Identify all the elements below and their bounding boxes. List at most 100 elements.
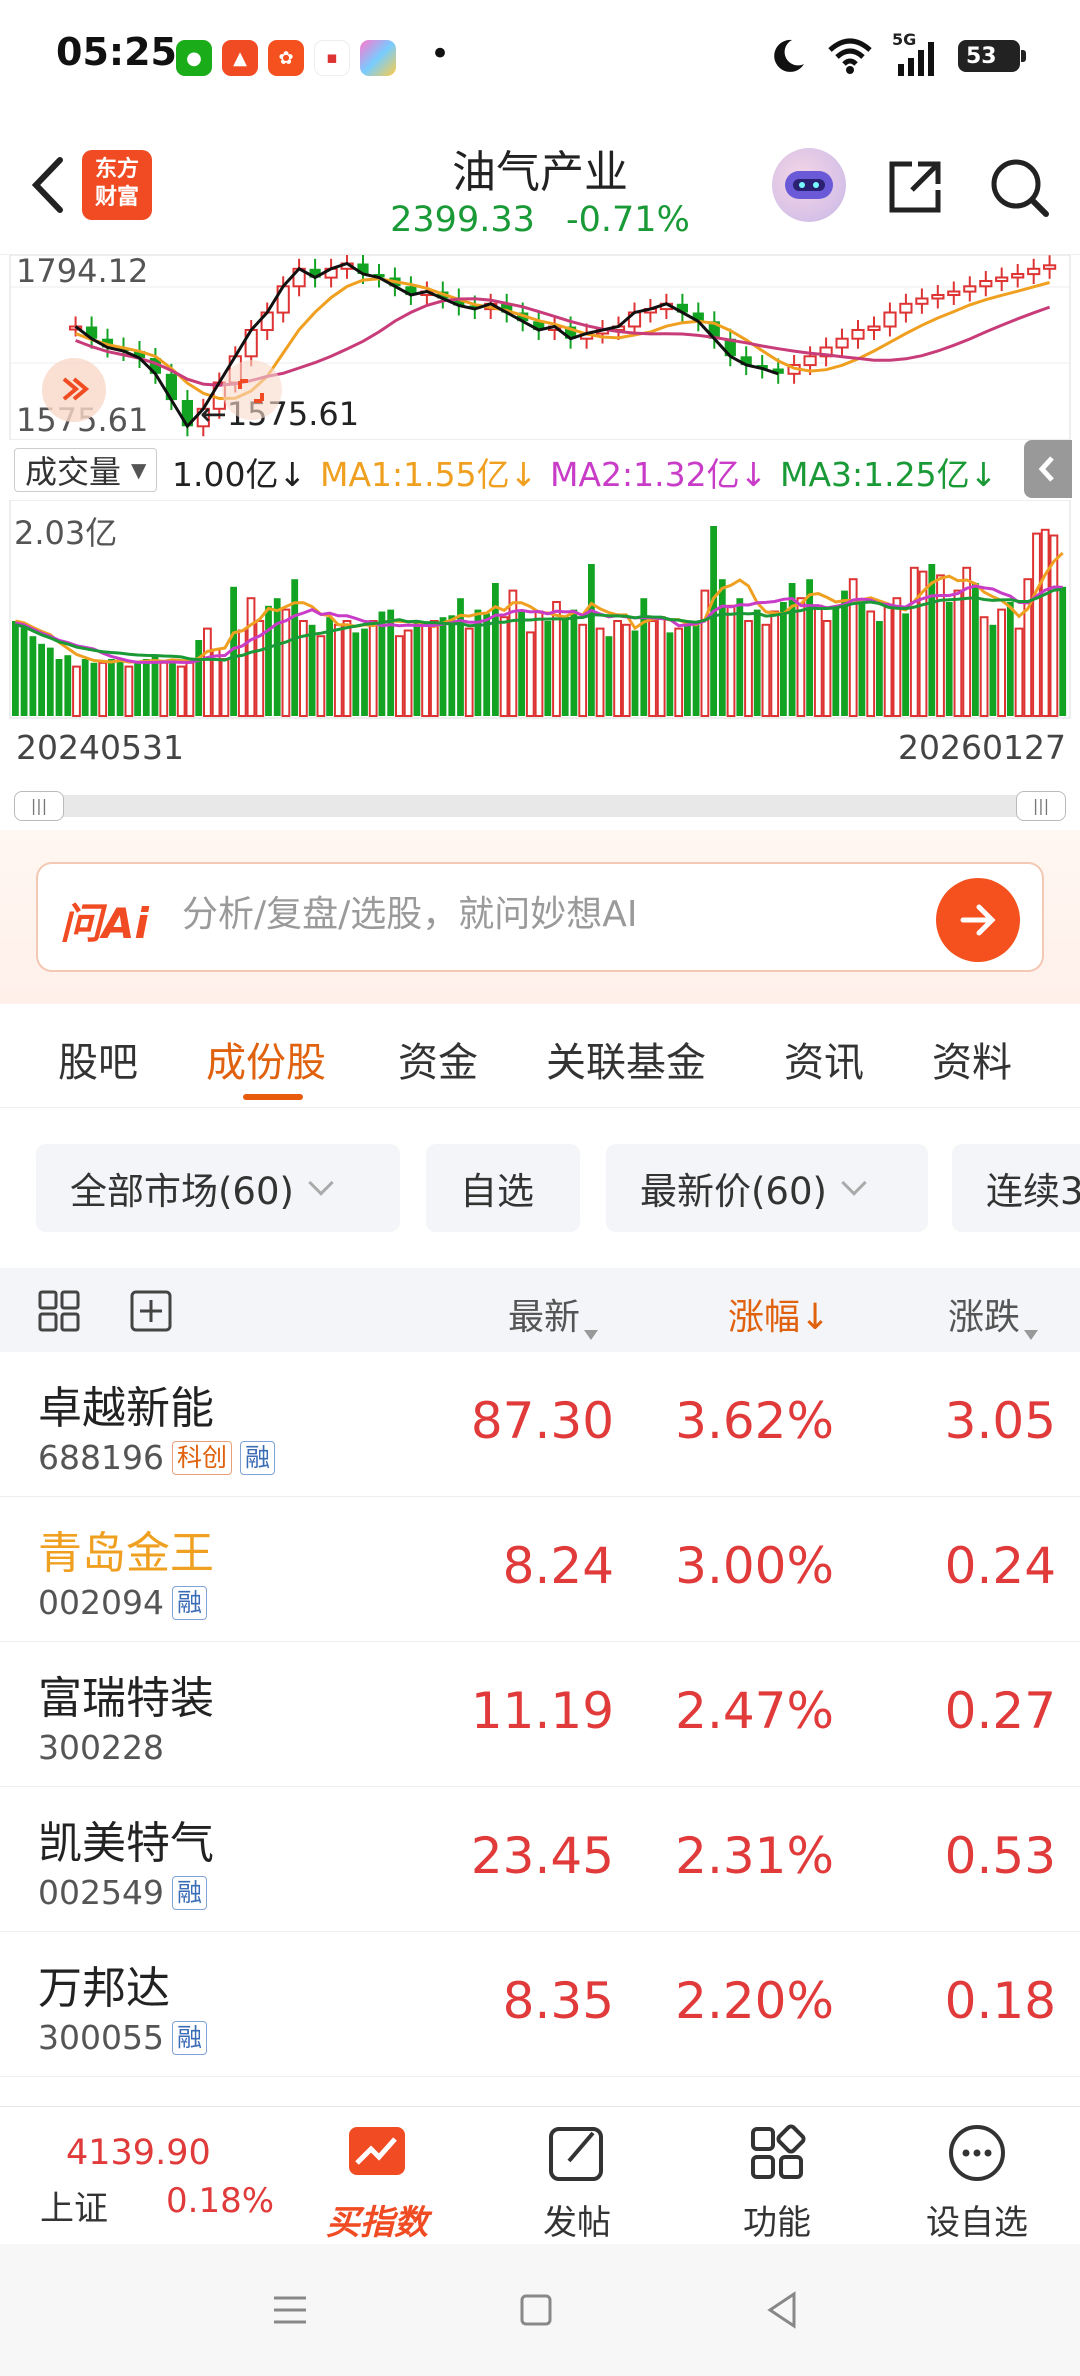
volume-bar — [421, 623, 431, 717]
chevron-left-icon — [1038, 456, 1054, 482]
buy-index-button[interactable]: 买指数 — [312, 2121, 442, 2244]
grid-view-icon[interactable] — [36, 1288, 82, 1334]
ai-assistant-avatar[interactable] — [772, 148, 846, 222]
volume-ma2: MA2:1.32亿↓ — [550, 455, 768, 494]
chevron-down-icon — [308, 1170, 334, 1196]
volume-bar — [595, 627, 605, 718]
change-amount: 0.27 — [944, 1682, 1056, 1740]
volume-bar — [631, 630, 639, 716]
tab-profile[interactable]: 资料 — [932, 1030, 1012, 1088]
volume-chart[interactable]: 2.03亿 — [0, 499, 1080, 720]
volume-max-label: 2.03亿 — [14, 514, 117, 552]
stock-code-line: 300055 融 — [38, 2018, 207, 2057]
watchlist-filter[interactable]: 自选 — [426, 1144, 580, 1232]
table-row[interactable]: 万邦达 300055 融 8.35 2.20% 0.18 — [0, 1932, 1080, 2077]
status-time: 05:25 — [56, 30, 177, 74]
kline-chart[interactable]: 1794.12 1575.61 ←1575.61 — [0, 252, 1080, 441]
volume-bar — [308, 624, 316, 716]
volume-bar — [20, 624, 28, 716]
volume-bar — [822, 620, 832, 717]
volume-bar — [333, 623, 343, 717]
network-type-label: 5G — [892, 30, 917, 49]
col-latest-price[interactable]: 最新 — [508, 1288, 599, 1340]
ai-search-input[interactable] — [182, 894, 922, 935]
volume-bar — [684, 621, 691, 716]
range-handle-left[interactable]: ||| — [14, 791, 64, 821]
volume-bar — [858, 602, 866, 716]
volume-bar — [876, 621, 883, 716]
stock-name: 青岛金王 — [38, 1528, 214, 1579]
volume-bar — [483, 613, 491, 716]
market-filter[interactable]: 全部市场(60) — [36, 1144, 400, 1232]
sohu-video-icon: ◼ — [314, 40, 350, 76]
table-row[interactable]: 青岛金王 002094 融 8.24 3.00% 0.24 — [0, 1497, 1080, 1642]
stock-code: 002094 — [38, 1583, 164, 1622]
latest-price: 11.19 — [470, 1682, 614, 1740]
tab-constituents[interactable]: 成份股 — [206, 1030, 326, 1088]
sort-icon — [584, 1330, 599, 1340]
tab-related-funds[interactable]: 关联基金 — [546, 1030, 706, 1088]
filter-chips: 全部市场(60) 自选 最新价(60) 连续3 — [0, 1108, 1080, 1268]
eastmoney-app-icon: ▲ — [222, 40, 258, 76]
volume-bar — [909, 566, 919, 717]
tab-guba[interactable]: 股吧 — [58, 1030, 138, 1088]
ai-search-section: 问Ai — [0, 830, 1080, 1004]
volume-bar — [98, 661, 108, 718]
range-handle-right[interactable]: ||| — [1016, 791, 1066, 821]
volume-bar — [220, 658, 230, 717]
indicator-selector[interactable]: 成交量 ▼ — [14, 448, 158, 492]
constituent-list: 卓越新能 688196 科创 融 87.30 3.62% 3.05 青岛金王 0… — [0, 1352, 1080, 2077]
back-triangle-icon[interactable] — [752, 2280, 812, 2340]
stock-name: 万邦达 — [38, 1963, 170, 2014]
streak-filter[interactable]: 连续3 — [952, 1144, 1080, 1232]
volume-bar — [134, 662, 141, 716]
table-row[interactable]: 凯美特气 002549 融 23.45 2.31% 0.53 — [0, 1787, 1080, 1932]
volume-bar — [761, 623, 771, 717]
functions-button[interactable]: 功能 — [712, 2121, 842, 2244]
latest-price: 8.35 — [502, 1972, 614, 2030]
volume-svg: 2.03亿 — [9, 499, 1071, 719]
search-icon[interactable] — [986, 154, 1052, 220]
volume-bar — [169, 659, 176, 716]
price-filter[interactable]: 最新价(60) — [606, 1144, 928, 1232]
post-label: 发帖 — [543, 2203, 611, 2243]
share-icon[interactable] — [882, 154, 948, 220]
col-change[interactable]: 涨跌 — [948, 1288, 1039, 1340]
volume-bar — [72, 665, 81, 718]
candle-body — [1027, 267, 1041, 276]
tab-news[interactable]: 资讯 — [784, 1030, 864, 1088]
ai-search-box[interactable]: 问Ai — [36, 862, 1044, 972]
menu-icon[interactable] — [260, 2280, 320, 2340]
add-watch-icon[interactable] — [128, 1288, 174, 1334]
volume-bar — [116, 659, 124, 716]
volume-bar — [185, 661, 195, 718]
post-button[interactable]: 发帖 — [512, 2121, 642, 2244]
collapse-panel-button[interactable] — [1024, 440, 1072, 498]
add-watchlist-button[interactable]: 设自选 — [912, 2121, 1042, 2244]
volume-bar — [883, 604, 893, 717]
col-change-pct[interactable]: 涨幅↓ — [728, 1288, 830, 1340]
volume-bar — [124, 665, 134, 718]
tab-funds-flow[interactable]: 资金 — [398, 1030, 478, 1088]
table-row[interactable]: 富瑞特装 300228 11.19 2.47% 0.27 — [0, 1642, 1080, 1787]
volume-bar — [108, 659, 115, 716]
star-market-badge: 科创 — [171, 1440, 232, 1475]
kline-fullscreen-button[interactable] — [222, 360, 282, 420]
volume-bar — [492, 583, 499, 716]
stock-name: 富瑞特装 — [38, 1673, 214, 1724]
volume-bar — [588, 564, 595, 716]
volume-bar — [203, 627, 212, 718]
table-row[interactable]: 卓越新能 688196 科创 融 87.30 3.62% 3.05 — [0, 1352, 1080, 1497]
index-name: 上证 — [40, 2189, 108, 2229]
ai-submit-button[interactable] — [936, 878, 1020, 962]
volume-bar — [953, 589, 963, 717]
range-scrollbar[interactable]: ||| ||| — [14, 791, 1066, 821]
volume-bar — [246, 597, 256, 717]
volume-bar — [692, 624, 700, 716]
volume-header: 成交量 ▼ 1.00亿↓ MA1:1.55亿↓ MA2:1.32亿↓ MA3:1… — [0, 440, 1080, 500]
volume-bar — [159, 661, 169, 718]
change-pct: 2.31% — [675, 1827, 834, 1885]
watchlist-filter-label: 自选 — [460, 1170, 534, 1213]
index-value: 4139.90 — [66, 2133, 211, 2173]
home-icon[interactable] — [506, 2280, 566, 2340]
